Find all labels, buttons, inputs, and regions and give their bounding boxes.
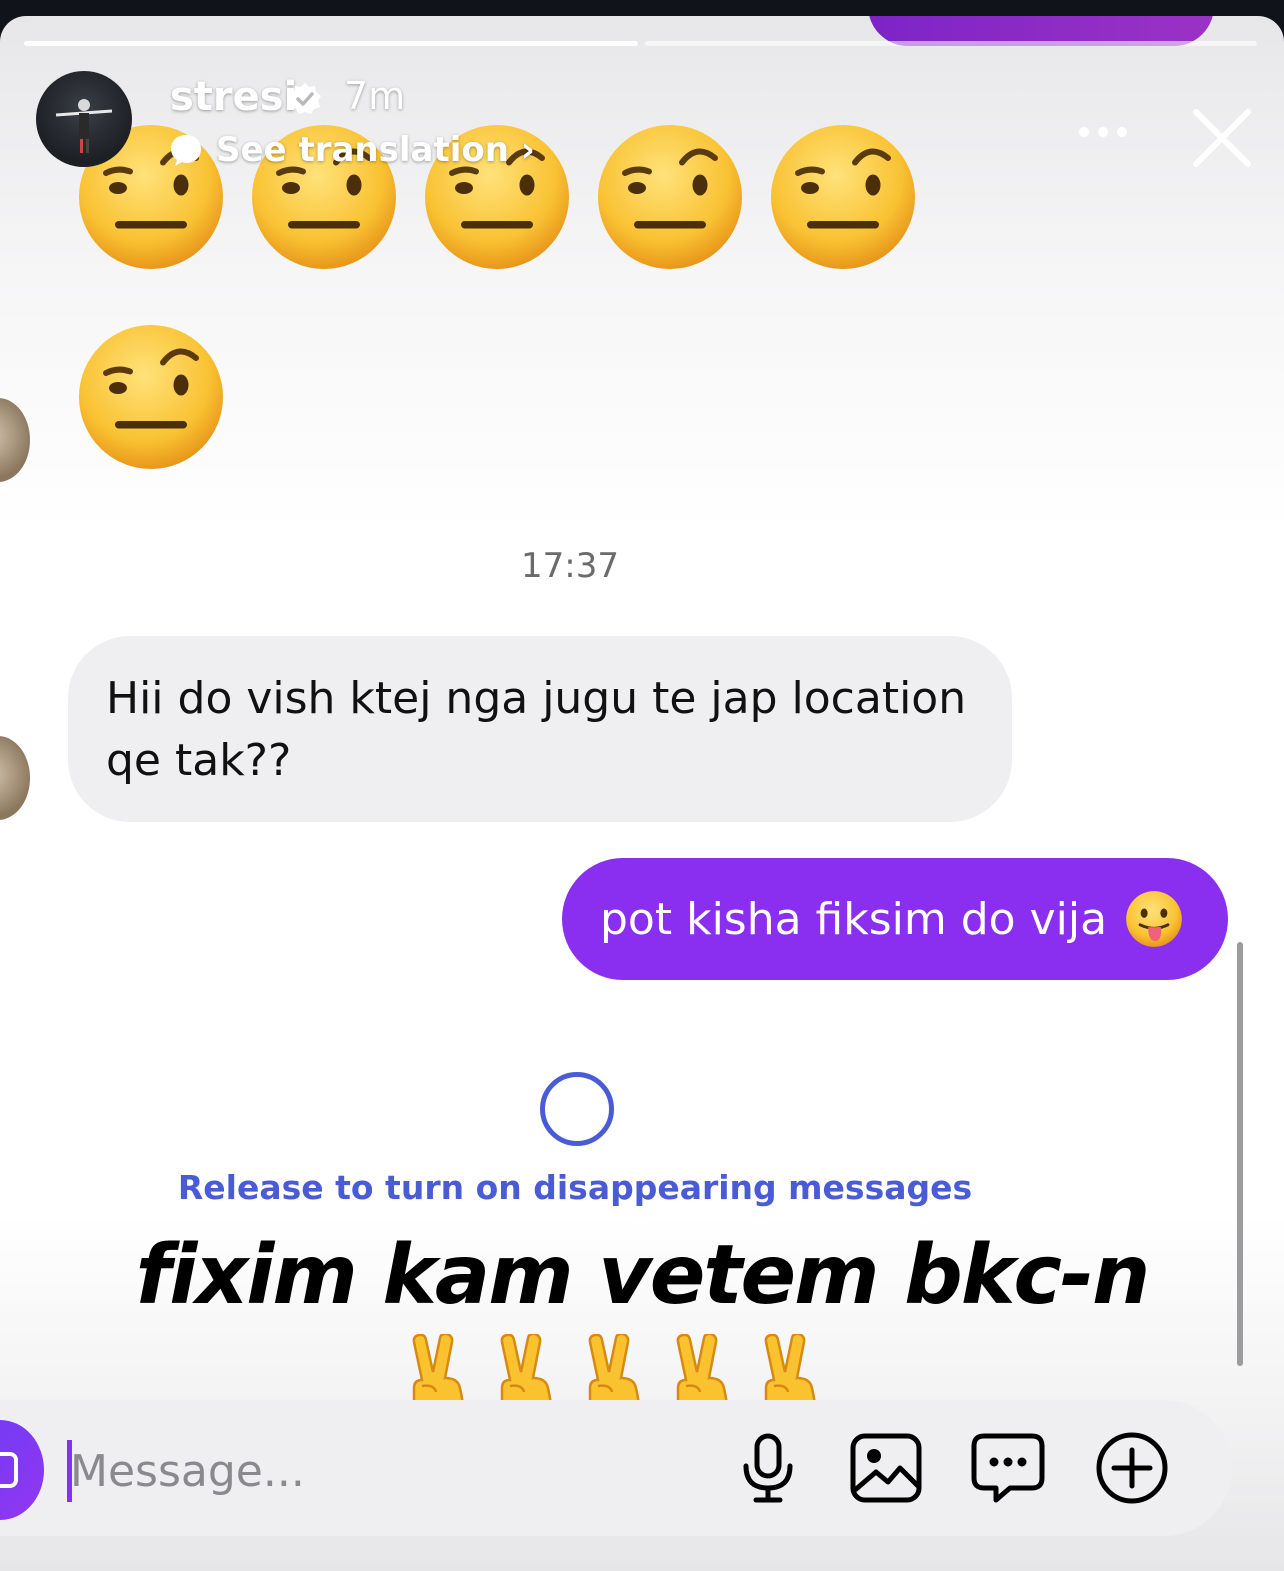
more-options-icon[interactable] (1076, 122, 1130, 142)
story-progress-segment-1 (24, 41, 638, 46)
face-with-raised-eyebrow-icon (595, 122, 745, 272)
story-viewer: stresi 7m See translation › 17:37 Hii do… (0, 16, 1284, 1571)
disappearing-messages-hint: Release to turn on disappearing messages (177, 1168, 973, 1207)
camera-icon (0, 1452, 18, 1488)
message-input[interactable] (70, 1436, 690, 1506)
add-icon[interactable] (1094, 1430, 1170, 1506)
message-timestamp: 17:37 (521, 546, 619, 586)
chat-icon[interactable] (970, 1430, 1046, 1506)
outgoing-message-text: pot kisha fiksim do vija (600, 893, 1108, 945)
close-icon[interactable] (1190, 106, 1254, 170)
incoming-message-bubble[interactable]: Hii do vish ktej nga jugu te jap locatio… (68, 636, 1012, 822)
face-with-raised-eyebrow-icon (76, 322, 226, 472)
see-translation-button[interactable]: See translation › (168, 128, 535, 172)
pull-progress-ring (540, 1072, 614, 1146)
outgoing-message-bubble[interactable]: pot kisha fiksim do vija (562, 858, 1228, 980)
see-translation-label: See translation (216, 130, 509, 170)
microphone-icon[interactable] (730, 1430, 806, 1506)
incoming-message-text: Hii do vish ktej nga jugu te jap locatio… (106, 673, 967, 786)
story-caption: fixim kam vetem bkc-n (135, 1228, 1151, 1323)
story-author-avatar[interactable] (36, 71, 132, 167)
sender-avatar[interactable] (0, 398, 30, 482)
face-with-tongue-icon (1126, 891, 1182, 947)
verified-badge-icon (289, 83, 321, 114)
chevron-right-icon: › (520, 130, 535, 170)
face-with-raised-eyebrow-icon (768, 122, 918, 272)
story-progress-segment-2 (645, 41, 1257, 46)
story-time-ago: 7m (344, 74, 406, 118)
story-username[interactable]: stresi (170, 74, 297, 120)
gallery-icon[interactable] (848, 1430, 924, 1506)
speech-bubble-icon (171, 135, 201, 166)
sender-avatar[interactable] (0, 736, 30, 820)
